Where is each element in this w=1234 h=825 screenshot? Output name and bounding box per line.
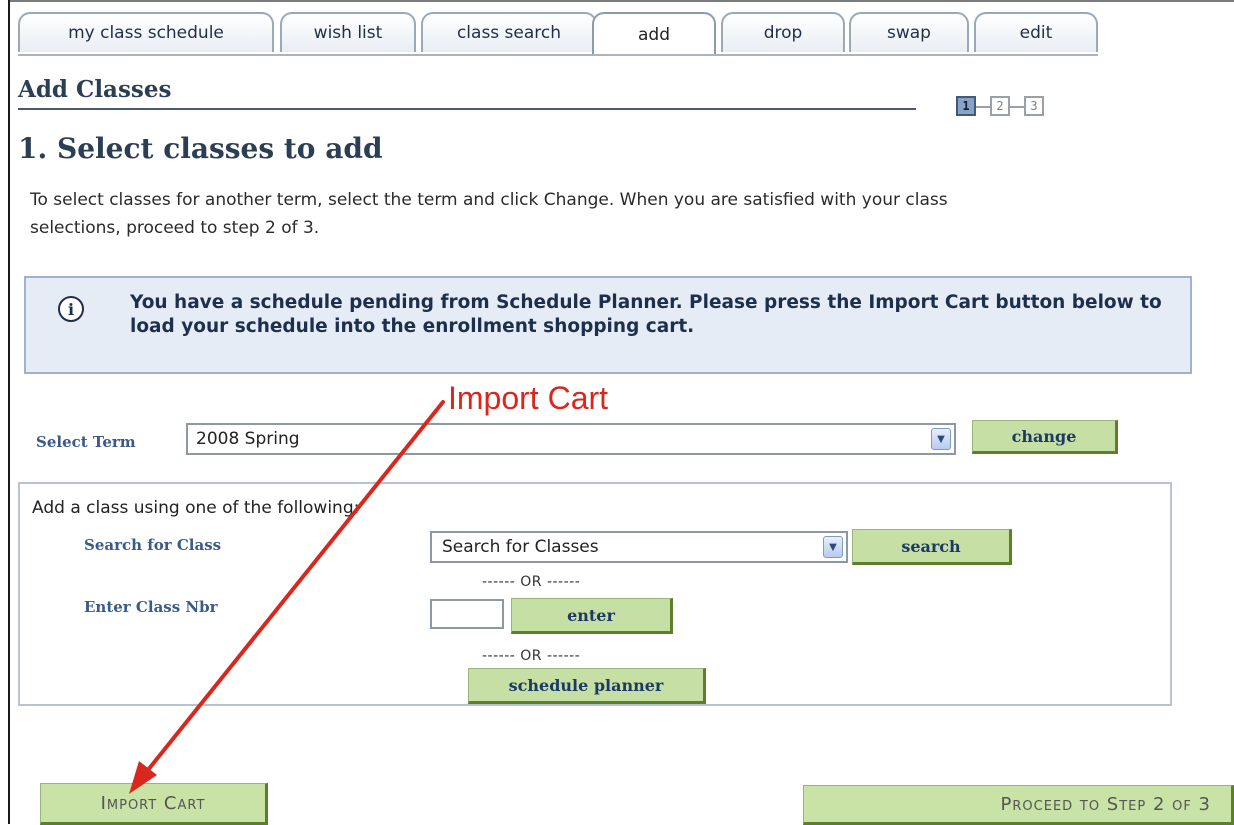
tab-add[interactable]: add	[592, 12, 716, 56]
step-heading: 1. Select classes to add	[18, 132, 383, 165]
tab-baseline	[18, 54, 1098, 56]
window-left-border	[8, 0, 10, 824]
tab-edit[interactable]: edit	[974, 12, 1098, 52]
tab-swap[interactable]: swap	[849, 12, 969, 52]
step-2: 2	[990, 96, 1010, 116]
change-term-button[interactable]: change	[972, 420, 1118, 454]
search-button[interactable]: search	[852, 529, 1012, 565]
import-cart-button[interactable]: Import Cart	[40, 783, 268, 825]
import-cart-annotation: Import Cart	[448, 380, 609, 416]
title-divider	[18, 108, 916, 110]
tab-class-search[interactable]: class search	[421, 12, 597, 52]
step-1: 1	[956, 96, 976, 116]
search-for-class-label: Search for Class	[84, 536, 222, 554]
step-connector	[976, 106, 990, 108]
import-cart-label: Import Cart	[100, 792, 206, 814]
select-term-label: Select Term	[36, 433, 136, 451]
search-method-value: Search for Classes	[442, 537, 599, 557]
or-divider: ------ OR ------	[482, 574, 581, 590]
chevron-down-icon[interactable]: ▼	[931, 428, 951, 450]
add-class-title: Add a class using one of the following:	[32, 498, 360, 518]
intro-text: To select classes for another term, sele…	[30, 190, 948, 238]
chevron-down-icon[interactable]: ▼	[823, 536, 843, 558]
step-3: 3	[1024, 96, 1044, 116]
info-message-box: i You have a schedule pending from Sched…	[24, 276, 1192, 374]
page-title: Add Classes	[18, 76, 172, 103]
enter-class-nbr-label: Enter Class Nbr	[84, 598, 218, 616]
term-select-value: 2008 Spring	[196, 429, 300, 449]
search-method-select[interactable]: Search for Classes ▼	[430, 531, 848, 563]
proceed-step-2-button[interactable]: Proceed to Step 2 of 3	[803, 785, 1234, 825]
term-select[interactable]: 2008 Spring ▼	[186, 423, 956, 455]
step-connector	[1010, 106, 1024, 108]
info-message-text: You have a schedule pending from Schedul…	[130, 292, 1162, 337]
class-nbr-input[interactable]	[430, 599, 504, 629]
tab-my-class-schedule[interactable]: my class schedule	[18, 12, 274, 52]
window-top-border	[8, 0, 1234, 2]
or-divider: ------ OR ------	[482, 648, 581, 664]
tab-wish-list[interactable]: wish list	[280, 12, 416, 52]
proceed-label: Proceed to Step 2 of 3	[1000, 793, 1211, 815]
enter-button[interactable]: enter	[511, 598, 673, 634]
info-icon: i	[58, 296, 84, 322]
schedule-planner-button[interactable]: schedule planner	[468, 668, 706, 704]
tab-drop[interactable]: drop	[721, 12, 845, 52]
